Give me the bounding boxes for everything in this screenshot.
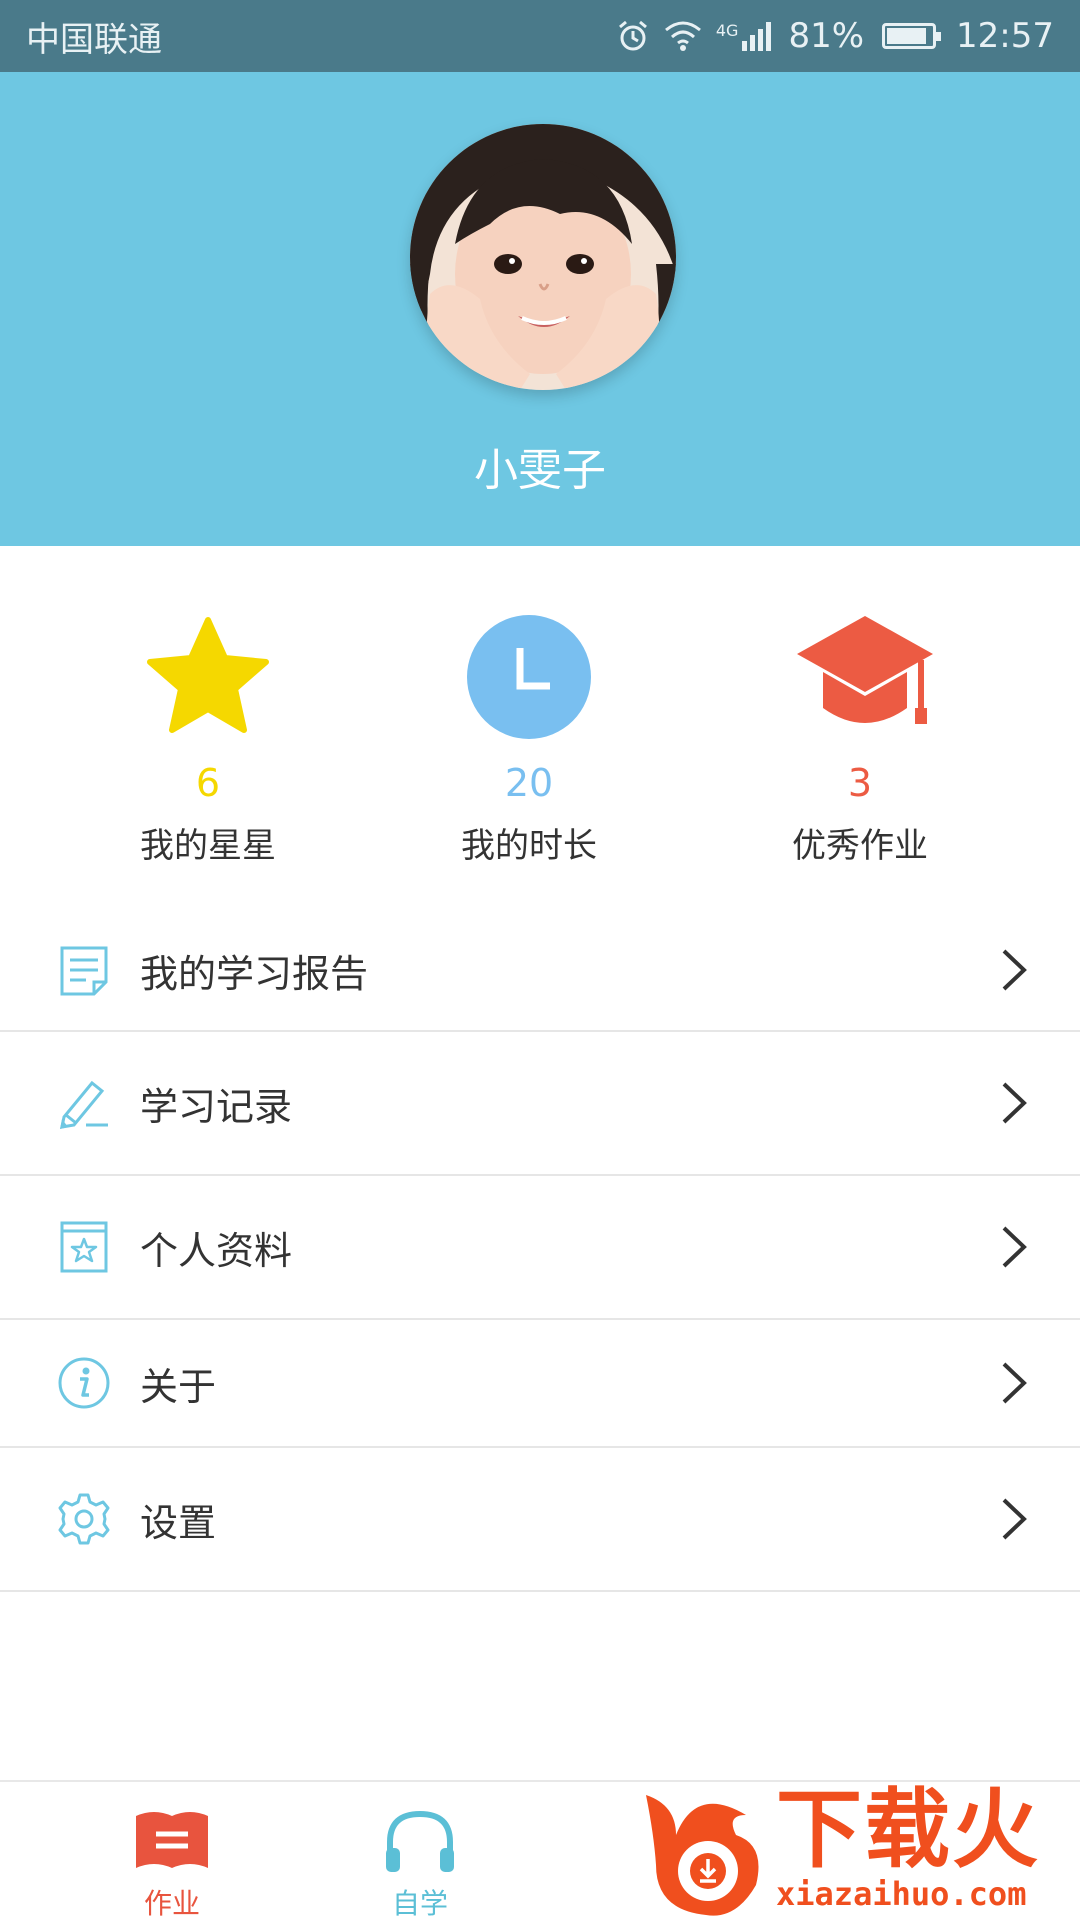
stars-label: 我的星星 <box>140 826 276 866</box>
menu-label-settings: 设置 <box>140 1500 217 1545</box>
tab-label-homework: 作业 <box>143 1887 200 1920</box>
report-icon <box>56 942 112 998</box>
menu-label-profile-info: 个人资料 <box>140 1228 293 1273</box>
excellent-label: 优秀作业 <box>792 826 928 866</box>
watermark-text: 下载火 <box>776 1780 1040 1880</box>
stars-count: 6 <box>195 761 221 805</box>
graduation-cap-icon <box>795 612 933 742</box>
stat-excellent-homework[interactable]: 3 优秀作业 <box>710 612 1010 867</box>
profile-book-icon <box>56 1219 112 1275</box>
clock-icon <box>464 612 594 742</box>
menu-item-study-record[interactable]: 学习记录 <box>0 1032 1080 1176</box>
stat-duration[interactable]: 20 我的时长 <box>379 612 679 867</box>
tab-homework[interactable]: 作业 <box>82 1782 262 1922</box>
star-icon <box>143 612 273 742</box>
wifi-icon <box>664 20 702 52</box>
profile-header: 小雯子 <box>0 72 1080 546</box>
watermark-url: xiazaihuo.com <box>776 1875 1027 1913</box>
status-bar: 中国联通 4G 81% 12:57 <box>0 0 1080 72</box>
signal-icon: 4G <box>716 21 775 51</box>
status-icons: 4G 81% 12:57 <box>616 16 1054 56</box>
tab-self-study[interactable]: 自学 <box>330 1782 510 1922</box>
chevron-right-icon <box>1000 1360 1028 1406</box>
chevron-right-icon <box>1000 1080 1028 1126</box>
excellent-count: 3 <box>847 761 873 805</box>
watermark: 下载火 xiazaihuo.com <box>636 1775 1080 1920</box>
tab-label-self-study: 自学 <box>391 1887 448 1920</box>
stat-stars[interactable]: 6 我的星星 <box>58 612 358 867</box>
menu-item-settings[interactable]: 设置 <box>0 1448 1080 1592</box>
pencil-icon <box>56 1075 112 1131</box>
duration-count: 20 <box>504 761 554 805</box>
menu-label-about: 关于 <box>140 1364 217 1409</box>
battery-percent: 81% <box>788 16 865 56</box>
menu-item-profile-info[interactable]: 个人资料 <box>0 1176 1080 1320</box>
watermark-logo-icon <box>646 1795 759 1916</box>
info-icon <box>56 1355 112 1411</box>
clock-time: 12:57 <box>956 16 1054 56</box>
avatar[interactable] <box>410 124 676 390</box>
battery-icon <box>882 23 942 49</box>
menu-item-about[interactable]: 关于 <box>0 1320 1080 1448</box>
alarm-icon <box>616 19 650 53</box>
network-type: 4G <box>715 21 739 40</box>
menu-label-study-record: 学习记录 <box>140 1084 293 1129</box>
book-icon <box>132 1806 212 1876</box>
username: 小雯子 <box>474 445 606 496</box>
duration-label: 我的时长 <box>461 826 597 866</box>
menu-label-study-report: 我的学习报告 <box>140 951 369 996</box>
headphones-icon <box>380 1806 460 1876</box>
gear-icon <box>56 1491 112 1547</box>
menu-item-study-report[interactable]: 我的学习报告 <box>0 910 1080 1032</box>
chevron-right-icon <box>1000 1224 1028 1270</box>
chevron-right-icon <box>1000 947 1028 993</box>
carrier-label: 中国联通 <box>26 19 162 60</box>
menu-list: 我的学习报告 学习记录 个人资料 关于 设置 <box>0 910 1080 1592</box>
chevron-right-icon <box>1000 1496 1028 1542</box>
